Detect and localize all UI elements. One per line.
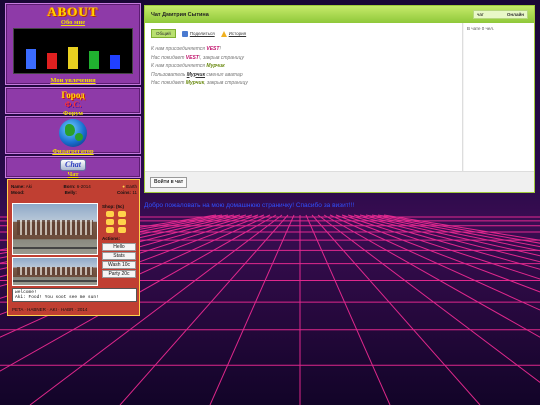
pet-stats: Name: Aki Born: 6-2014 ● Earth Mood: Bel… — [11, 184, 137, 195]
message-user[interactable]: Мурчик — [186, 80, 204, 86]
hobbies-link[interactable]: Мои увлечения — [6, 77, 140, 84]
users-online-count: В чате 0 чел. — [467, 26, 495, 31]
tab-general-label: Общий — [156, 31, 171, 36]
tab-history[interactable]: История — [220, 30, 247, 37]
chat-message-area: Общий Поделиться История К нам присоедин… — [145, 23, 463, 171]
figure-dark-blue-icon — [110, 55, 121, 69]
hello-button[interactable]: Hello — [102, 243, 136, 251]
chat-tabs: Общий Поделиться История — [151, 29, 246, 38]
chat-messages: К нам присоединяется VEST! Нас покидает … — [151, 45, 451, 88]
tab-share-label: Поделиться — [189, 31, 215, 36]
left-navigation: ABOUT Обо мне Мои увлечения Город Ф.С. Ф… — [5, 3, 141, 180]
pet-footer: PETA · HABNER · AKI · HABR · 2014 — [12, 307, 88, 312]
shop-gift-icon[interactable] — [118, 227, 126, 233]
pet-mood-label: Mood: — [11, 189, 25, 195]
chat-link[interactable]: Чат — [6, 171, 140, 178]
share-icon — [181, 30, 188, 37]
message-text: К нам присоединяется — [151, 63, 207, 69]
chat-status-badge: чат Онлайн — [473, 10, 528, 19]
chat-panel: Чат Дмитрия Сытина чат Онлайн Общий Поде… — [144, 5, 535, 193]
shop-label: Shop: (5c) — [102, 204, 124, 209]
about-section: ABOUT Обо мне Мои увлечения — [5, 3, 141, 85]
pet-name: Aki — [25, 184, 33, 189]
wash-button[interactable]: Wash 10c — [102, 261, 136, 269]
chat-status-value: Онлайн — [506, 12, 524, 17]
virtual-pet-widget: Name: Aki Born: 6-2014 ● Earth Mood: Bel… — [7, 179, 140, 316]
forum-logo-bottom: Ф.С. — [64, 100, 82, 109]
message-text: сменил аватар — [205, 71, 243, 78]
shop-ball-icon[interactable] — [106, 219, 114, 225]
chat-title: Чат Дмитрия Сытина — [151, 11, 209, 18]
message-text: Нас покидает — [151, 80, 186, 86]
chat-logo[interactable]: Chat — [59, 159, 86, 171]
message-text: ! — [219, 46, 221, 52]
chat-message: К нам присоединяется VEST! — [151, 45, 451, 54]
pet-born-label: Born: — [63, 184, 76, 189]
figure-red-icon — [46, 53, 57, 69]
pet-photo-bottom[interactable] — [12, 257, 98, 286]
pet-controls: Shop: (5c) Actions: Hello Stats Wash 10c… — [102, 204, 138, 279]
figure-green-icon — [89, 51, 100, 69]
figure-blue-icon — [25, 49, 36, 69]
tab-share[interactable]: Поделиться — [181, 30, 215, 37]
message-user[interactable]: Мурчик — [206, 63, 224, 69]
planet-icon: ● — [122, 184, 125, 189]
figure-yellow-icon — [67, 47, 78, 69]
chat-header: Чат Дмитрия Сытина чат Онлайн — [145, 6, 534, 23]
pet-coins: 11 — [132, 189, 137, 195]
message-text: , закрыв страницу — [204, 80, 248, 86]
shop-toy-icon[interactable] — [118, 211, 126, 217]
message-text: Нас покидает — [151, 54, 186, 61]
globe-icon[interactable] — [59, 119, 87, 147]
chat-status-label: чат — [477, 12, 484, 17]
message-user[interactable]: VEST — [186, 55, 199, 61]
message-user[interactable]: VEST — [206, 46, 219, 52]
shop-items — [106, 211, 138, 233]
warning-icon — [220, 30, 227, 37]
party-button[interactable]: Party 20c — [102, 270, 136, 278]
chat-section: Chat Чат — [5, 156, 141, 178]
shop-hat-icon[interactable] — [106, 227, 114, 233]
message-text: !, закрыв страницу — [198, 54, 244, 61]
shop-food-icon[interactable] — [106, 211, 114, 217]
pet-planet: Earth — [126, 184, 137, 189]
chat-message: Нас покидает Мурчик, закрыв страницу — [151, 79, 451, 88]
tab-history-label: История — [228, 31, 247, 36]
tab-general[interactable]: Общий — [151, 29, 176, 38]
hobbies-image[interactable] — [13, 28, 133, 74]
chat-user-list: В чате 0 чел. — [464, 23, 534, 171]
forum-logo-top: Город — [61, 90, 85, 100]
pet-message-log: welcome! Aki: Food! You soot see me sun! — [12, 288, 137, 302]
login-chat-button[interactable]: Войти в чат — [150, 177, 188, 188]
chat-message: Нас покидает VEST!, закрыв страницу — [151, 54, 451, 63]
pet-coins-label: Coins: — [117, 189, 132, 195]
forum-logo[interactable]: Город Ф.С. — [6, 88, 140, 110]
aggregator-link[interactable]: Фидагрегатор — [6, 148, 140, 155]
about-logo[interactable]: ABOUT — [6, 4, 140, 19]
about-link[interactable]: Обо мне — [6, 19, 140, 26]
message-text: К нам присоединяется — [151, 46, 207, 52]
message-user[interactable]: Мурчик — [187, 72, 205, 78]
chat-message: Пользователь Мурчик сменил аватар — [151, 71, 451, 80]
pet-belly-label: Belly: — [64, 189, 77, 195]
forum-section: Город Ф.С. Форум — [5, 87, 141, 117]
stats-button[interactable]: Stats — [102, 252, 136, 260]
pet-name-label: Name: — [11, 184, 25, 189]
pet-log-line: Aki: Food! You soot see me sun! — [15, 295, 99, 300]
pet-born: 6-2014 — [76, 184, 91, 189]
marquee-text: Добро пожаловать на мою домашнюю странич… — [144, 202, 355, 209]
message-text: Пользователь — [151, 71, 187, 78]
actions-label: Actions: — [102, 236, 120, 241]
pet-photo-top[interactable] — [12, 203, 98, 255]
chat-footer: Войти в чат — [145, 171, 534, 192]
shop-bone-icon[interactable] — [118, 219, 126, 225]
aggregator-section: Фидагрегатор — [5, 116, 141, 155]
chat-message: К нам присоединяется Мурчик — [151, 62, 451, 71]
